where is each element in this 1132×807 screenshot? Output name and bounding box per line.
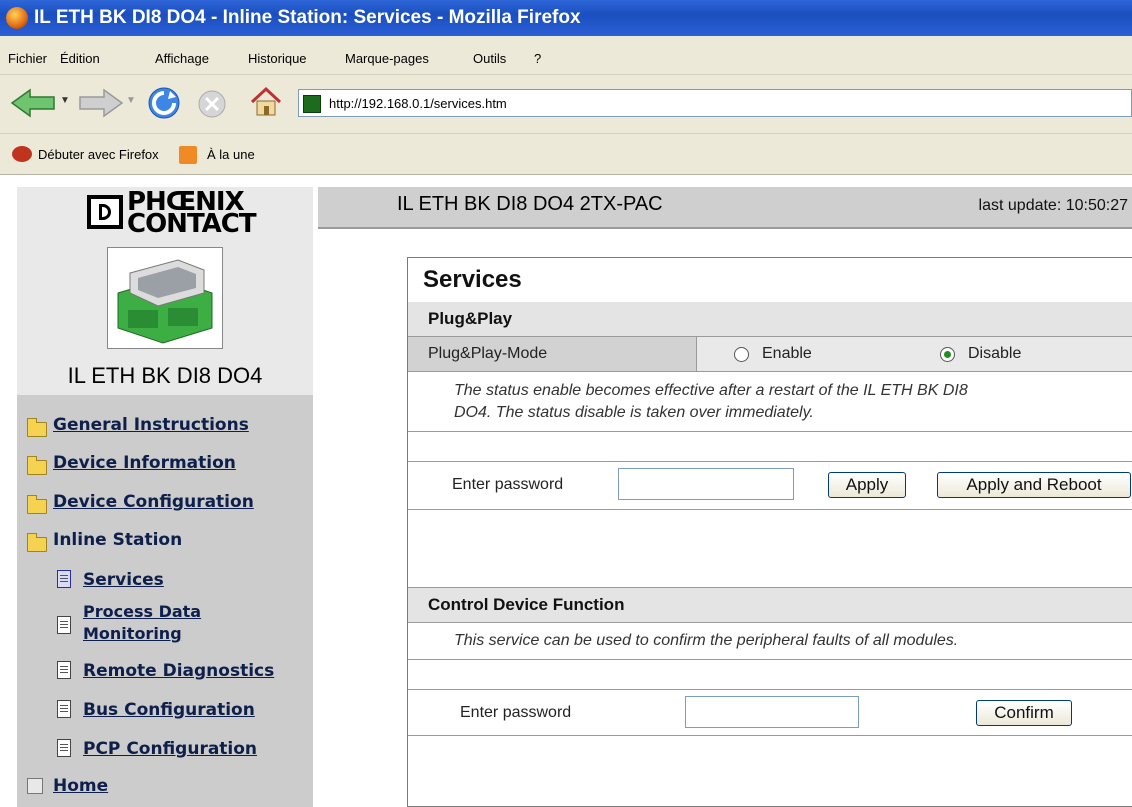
sidebar-item-remote-diagnostics[interactable]: Remote Diagnostics xyxy=(55,658,305,688)
sidebar-item-label-line2: Monitoring xyxy=(83,624,182,643)
plugplay-note-row: The status enable becomes effective afte… xyxy=(408,372,1132,432)
device-title: IL ETH BK DI8 DO4 2TX-PAC xyxy=(397,193,663,215)
stop-icon[interactable] xyxy=(195,87,229,121)
enable-radio[interactable] xyxy=(734,347,749,362)
confirm-password-input[interactable] xyxy=(685,696,859,728)
window-title-bar: IL ETH BK DI8 DO4 - Inline Station: Serv… xyxy=(0,0,1132,36)
brand-panel: PHŒNIX CONTACT IL ETH BK DI8 DO4 xyxy=(17,187,313,395)
sidebar-item-device-configuration[interactable]: Device Configuration xyxy=(23,489,313,519)
sidebar-item-label: Bus Configuration xyxy=(83,700,255,720)
control-section-title: Control Device Function xyxy=(428,595,625,614)
device-header: IL ETH BK DI8 DO4 2TX-PAC last update: 1… xyxy=(318,187,1132,227)
sidebar-item-services[interactable]: Services xyxy=(55,567,305,597)
reload-icon[interactable] xyxy=(146,85,182,121)
menu-outils[interactable]: Outils xyxy=(473,51,506,66)
confirm-button[interactable]: Confirm xyxy=(976,700,1072,726)
device-image xyxy=(107,247,223,349)
plugplay-note-line1: The status enable becomes effective afte… xyxy=(454,382,968,399)
menu-edition[interactable]: Édition xyxy=(60,51,100,66)
plugplay-password-row: Enter password Apply Apply and Reboot xyxy=(408,462,1132,510)
document-icon xyxy=(57,616,71,634)
open-folder-icon xyxy=(27,533,47,552)
sidebar-item-process-data-monitoring[interactable]: Process Data Monitoring xyxy=(55,602,305,648)
home-icon[interactable] xyxy=(248,84,284,120)
home-icon xyxy=(27,778,43,794)
window-title: IL ETH BK DI8 DO4 - Inline Station: Serv… xyxy=(34,7,581,28)
apply-and-reboot-button[interactable]: Apply and Reboot xyxy=(937,472,1131,498)
navigation-toolbar: ▼ ▼ http://192.168.0.1/services.htm xyxy=(0,75,1132,134)
sidebar-item-label: Device Configuration xyxy=(53,492,254,512)
control-password-row: Enter password Confirm xyxy=(408,690,1132,736)
services-title-row: Services xyxy=(408,258,1132,302)
menu-bar: Fichier Édition Affichage Historique Mar… xyxy=(0,36,1132,75)
sidebar-item-label: Home xyxy=(53,776,109,796)
control-note: This service can be used to confirm the … xyxy=(454,632,959,649)
sidebar: General Instructions Device Information … xyxy=(17,395,313,807)
sidebar-item-label: General Instructions xyxy=(53,415,249,435)
document-icon xyxy=(57,739,71,757)
document-icon xyxy=(57,661,71,679)
plugplay-note-line2: DO4. The status disable is taken over im… xyxy=(454,404,814,421)
control-section-header: Control Device Function xyxy=(408,588,1132,622)
sidebar-item-general-instructions[interactable]: General Instructions xyxy=(23,412,313,442)
bookmarks-toolbar: Débuter avec Firefox À la une xyxy=(0,134,1132,175)
menu-help[interactable]: ? xyxy=(534,51,541,66)
sidebar-item-pcp-configuration[interactable]: PCP Configuration xyxy=(55,736,305,766)
forward-arrow-icon[interactable] xyxy=(78,87,124,119)
apply-button[interactable]: Apply xyxy=(828,472,906,498)
menu-affichage[interactable]: Affichage xyxy=(155,51,209,66)
address-bar[interactable]: http://192.168.0.1/services.htm xyxy=(298,89,1132,117)
bookmark-getting-started[interactable]: Débuter avec Firefox xyxy=(38,147,159,162)
forward-dropdown-icon[interactable]: ▼ xyxy=(126,95,136,106)
address-url: http://192.168.0.1/services.htm xyxy=(329,96,507,111)
menu-fichier[interactable]: Fichier xyxy=(8,51,47,66)
back-dropdown-icon[interactable]: ▼ xyxy=(60,95,70,106)
sidebar-item-inline-station[interactable]: Inline Station xyxy=(23,527,313,557)
spacer-row xyxy=(408,660,1132,690)
last-update: last update: 10:50:27 xyxy=(978,197,1128,214)
menu-historique[interactable]: Historique xyxy=(248,51,307,66)
folder-icon xyxy=(27,456,47,475)
plugplay-section-title: Plug&Play xyxy=(428,309,513,328)
site-favicon xyxy=(303,95,321,113)
enable-label: Enable xyxy=(762,345,812,362)
sidebar-item-label: PCP Configuration xyxy=(83,739,258,759)
password-label: Enter password xyxy=(460,704,572,721)
document-icon xyxy=(57,700,71,718)
disable-radio[interactable] xyxy=(940,347,955,362)
disable-label: Disable xyxy=(968,345,1022,362)
menu-marque-pages[interactable]: Marque-pages xyxy=(345,51,429,66)
rss-icon xyxy=(179,146,197,164)
plugplay-mode-label: Plug&Play-Mode xyxy=(428,345,548,362)
spacer-row xyxy=(408,432,1132,462)
sidebar-item-label: Device Information xyxy=(53,453,236,473)
password-label: Enter password xyxy=(452,476,564,493)
sidebar-item-bus-configuration[interactable]: Bus Configuration xyxy=(55,697,305,727)
firefox-bookmark-icon xyxy=(12,146,32,162)
firefox-icon xyxy=(6,7,28,29)
password-input[interactable] xyxy=(618,468,794,500)
plugplay-mode-row: Plug&Play-Mode Enable Disable xyxy=(408,336,1132,372)
bookmark-headlines[interactable]: À la une xyxy=(207,147,255,162)
back-arrow-icon[interactable] xyxy=(10,87,56,119)
folder-icon xyxy=(27,418,47,437)
control-note-row: This service can be used to confirm the … xyxy=(408,622,1132,660)
document-icon xyxy=(57,570,71,588)
plugplay-section-header: Plug&Play xyxy=(408,302,1132,336)
sidebar-item-label: Services xyxy=(83,570,164,590)
device-name: IL ETH BK DI8 DO4 xyxy=(67,363,263,388)
sidebar-item-label-line1: Process Data xyxy=(83,602,202,621)
sidebar-item-device-information[interactable]: Device Information xyxy=(23,450,313,480)
folder-icon xyxy=(27,495,47,514)
phoenix-logo-text-2: CONTACT xyxy=(127,209,257,239)
page-title: Services xyxy=(423,266,522,293)
sidebar-item-label: Remote Diagnostics xyxy=(83,661,275,681)
phoenix-logo-icon xyxy=(87,195,123,229)
header-divider xyxy=(318,227,1132,229)
sidebar-item-home[interactable]: Home xyxy=(23,773,313,803)
sidebar-item-label: Inline Station xyxy=(53,530,183,550)
spacer-row xyxy=(408,510,1132,588)
